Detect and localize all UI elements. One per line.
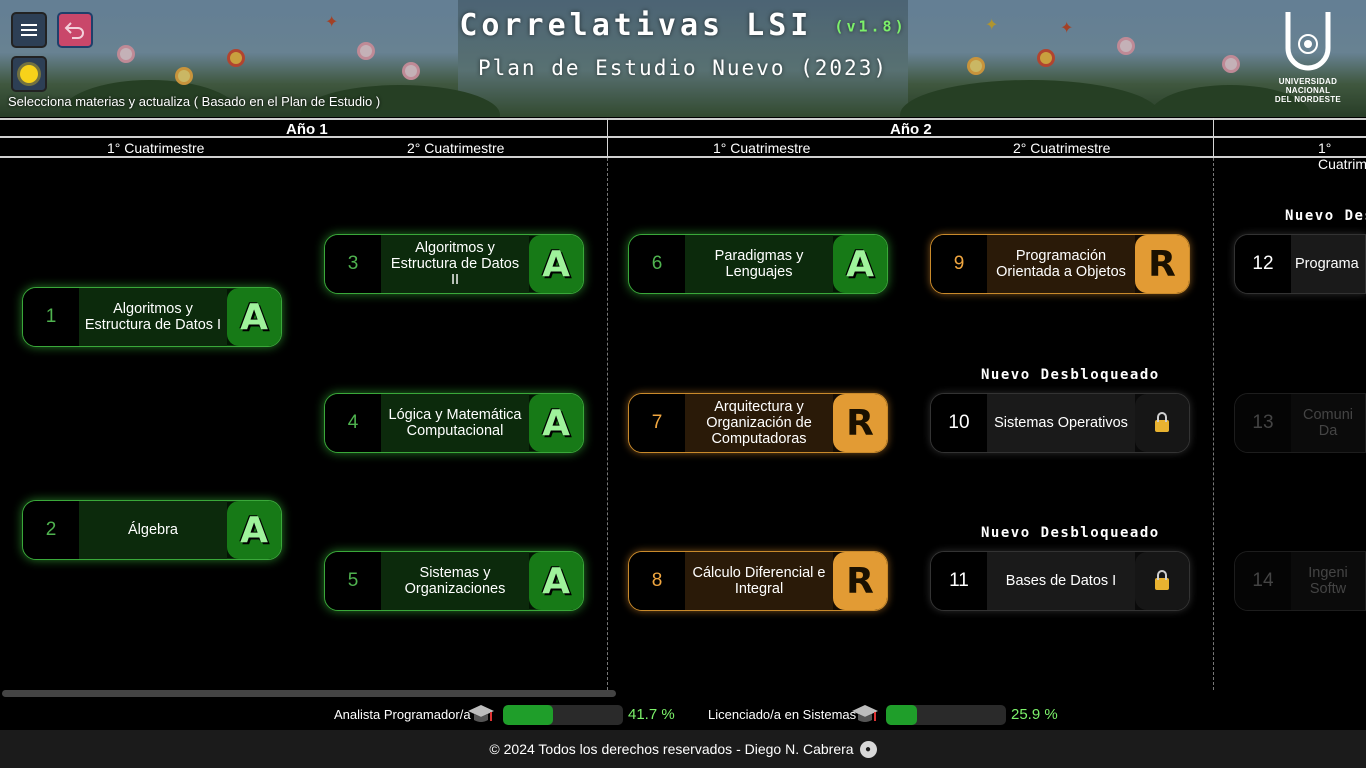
subject-name: Programa	[1291, 235, 1365, 293]
subject-card-4[interactable]: 4 Lógica y Matemática Computacional A	[324, 393, 584, 453]
semester-label: 1° Cuatrimestre	[1318, 140, 1366, 172]
progress-fill	[503, 705, 554, 725]
logo-line: DEL NORDESTE	[1274, 95, 1342, 104]
progress-label-licenciado: Licenciado/a en Sistemas	[708, 707, 857, 722]
status-badge-approved: A	[529, 552, 583, 610]
subject-number: 12	[1235, 235, 1291, 293]
year-label: Año 1	[286, 121, 328, 138]
subject-number: 9	[931, 235, 987, 293]
subject-name: Comuni Da	[1291, 394, 1365, 452]
university-logo: UNIVERSIDAD NACIONAL DEL NORDESTE	[1268, 10, 1348, 110]
subject-number: 10	[931, 394, 987, 452]
subject-name: Sistemas Operativos	[987, 394, 1135, 452]
subject-card-7[interactable]: 7 Arquitectura y Organización de Computa…	[628, 393, 888, 453]
graduation-cap-icon	[852, 705, 878, 722]
subject-number: 2	[23, 501, 79, 559]
subject-name: Sistemas y Organizaciones	[381, 552, 529, 610]
semester-label: 2° Cuatrimestre	[1013, 140, 1111, 156]
subject-card-10[interactable]: 10 Sistemas Operativos	[930, 393, 1190, 453]
subject-name: Algoritmos y Estructura de Datos I	[79, 288, 227, 346]
year-divider	[607, 158, 608, 690]
graduation-cap-icon	[468, 705, 494, 722]
subject-name: Paradigmas y Lenguajes	[685, 235, 833, 293]
progress-percent: 25.9 %	[1011, 706, 1058, 723]
subject-card-5[interactable]: 5 Sistemas y Organizaciones A	[324, 551, 584, 611]
subject-name: Bases de Datos I	[987, 552, 1135, 610]
unne-logo-icon	[1285, 12, 1331, 71]
subject-card-6[interactable]: 6 Paradigmas y Lenguajes A	[628, 234, 888, 294]
status-badge-regular: R	[833, 394, 887, 452]
status-badge-approved: A	[529, 394, 583, 452]
header-banner: ✦ ✦ ✦ Correlativas LSI (v1.8) Plan de Es…	[0, 0, 1366, 117]
status-badge-approved: A	[833, 235, 887, 293]
status-slot	[1135, 552, 1189, 610]
subject-name: Algoritmos y Estructura de Datos II	[381, 235, 529, 293]
lock-icon	[1155, 412, 1169, 432]
instructions-text: Selecciona materias y actualiza ( Basado…	[8, 94, 381, 109]
subject-card-3[interactable]: 3 Algoritmos y Estructura de Datos II A	[324, 234, 584, 294]
subject-name: Ingeni Softw	[1291, 552, 1365, 610]
column-divider	[1213, 118, 1214, 158]
page-subtitle: Plan de Estudio Nuevo (2023)	[477, 56, 888, 80]
status-slot	[1135, 394, 1189, 452]
subject-card-12[interactable]: 12 Programa	[1234, 234, 1366, 294]
unlocked-label: Nuevo Desbloqueado	[1285, 208, 1366, 224]
subject-name: Lógica y Matemática Computacional	[381, 394, 529, 452]
unlocked-label: Nuevo Desbloqueado	[981, 525, 1160, 541]
subject-number: 14	[1235, 552, 1291, 610]
subject-card-1[interactable]: 1 Algoritmos y Estructura de Datos I A	[22, 287, 282, 347]
subject-number: 11	[931, 552, 987, 610]
subject-number: 13	[1235, 394, 1291, 452]
semester-header-row: 1° Cuatrimestre 2° Cuatrimestre 1° Cuatr…	[0, 138, 1366, 172]
subject-name: Álgebra	[79, 501, 227, 559]
subject-card-9[interactable]: 9 Programación Orientada a Objetos R	[930, 234, 1190, 294]
subject-number: 4	[325, 394, 381, 452]
status-badge-regular: R	[833, 552, 887, 610]
status-badge-regular: R	[1135, 235, 1189, 293]
subject-number: 6	[629, 235, 685, 293]
status-badge-approved: A	[227, 288, 281, 346]
logo-line: UNIVERSIDAD	[1278, 77, 1338, 86]
progress-percent: 41.7 %	[628, 706, 675, 723]
subject-card-13[interactable]: 13 Comuni Da	[1234, 393, 1366, 453]
progress-fill	[886, 705, 918, 725]
subject-number: 8	[629, 552, 685, 610]
column-divider	[607, 118, 608, 158]
status-badge-approved: A	[227, 501, 281, 559]
page-title: Correlativas LSI (v1.8)	[0, 8, 1366, 43]
subject-number: 7	[629, 394, 685, 452]
year-label: Año 2	[890, 121, 932, 138]
subject-card-8[interactable]: 8 Cálculo Diferencial e Integral R	[628, 551, 888, 611]
year-divider	[1213, 158, 1214, 690]
copyright-text: © 2024 Todos los derechos reservados - D…	[489, 741, 854, 757]
semester-label: 1° Cuatrimestre	[713, 140, 811, 156]
version-badge: (v1.8)	[834, 17, 907, 36]
subject-name: Cálculo Diferencial e Integral	[685, 552, 833, 610]
subject-name: Arquitectura y Organización de Computado…	[685, 394, 833, 452]
subject-number: 5	[325, 552, 381, 610]
title-text: Correlativas LSI	[459, 8, 813, 43]
horizontal-scrollbar[interactable]	[2, 690, 616, 697]
semester-label: 1° Cuatrimestre	[107, 140, 205, 156]
logo-line: NACIONAL	[1285, 86, 1331, 95]
semester-label: 2° Cuatrimestre	[407, 140, 505, 156]
progress-bar-licenciado	[886, 705, 1006, 725]
year-header-row: Año 1 Año 2	[0, 118, 1366, 138]
status-badge-approved: A	[529, 235, 583, 293]
subject-name: Programación Orientada a Objetos	[987, 235, 1135, 293]
footer: © 2024 Todos los derechos reservados - D…	[0, 730, 1366, 768]
progress-label-analista: Analista Programador/a	[334, 707, 471, 722]
progress-bar-analista	[503, 705, 623, 725]
subject-card-14[interactable]: 14 Ingeni Softw	[1234, 551, 1366, 611]
subject-number: 1	[23, 288, 79, 346]
subject-card-11[interactable]: 11 Bases de Datos I	[930, 551, 1190, 611]
lock-icon	[1155, 570, 1169, 590]
github-icon[interactable]: ●	[859, 740, 877, 758]
subject-card-2[interactable]: 2 Álgebra A	[22, 500, 282, 560]
unlocked-label: Nuevo Desbloqueado	[981, 367, 1160, 383]
subject-number: 3	[325, 235, 381, 293]
